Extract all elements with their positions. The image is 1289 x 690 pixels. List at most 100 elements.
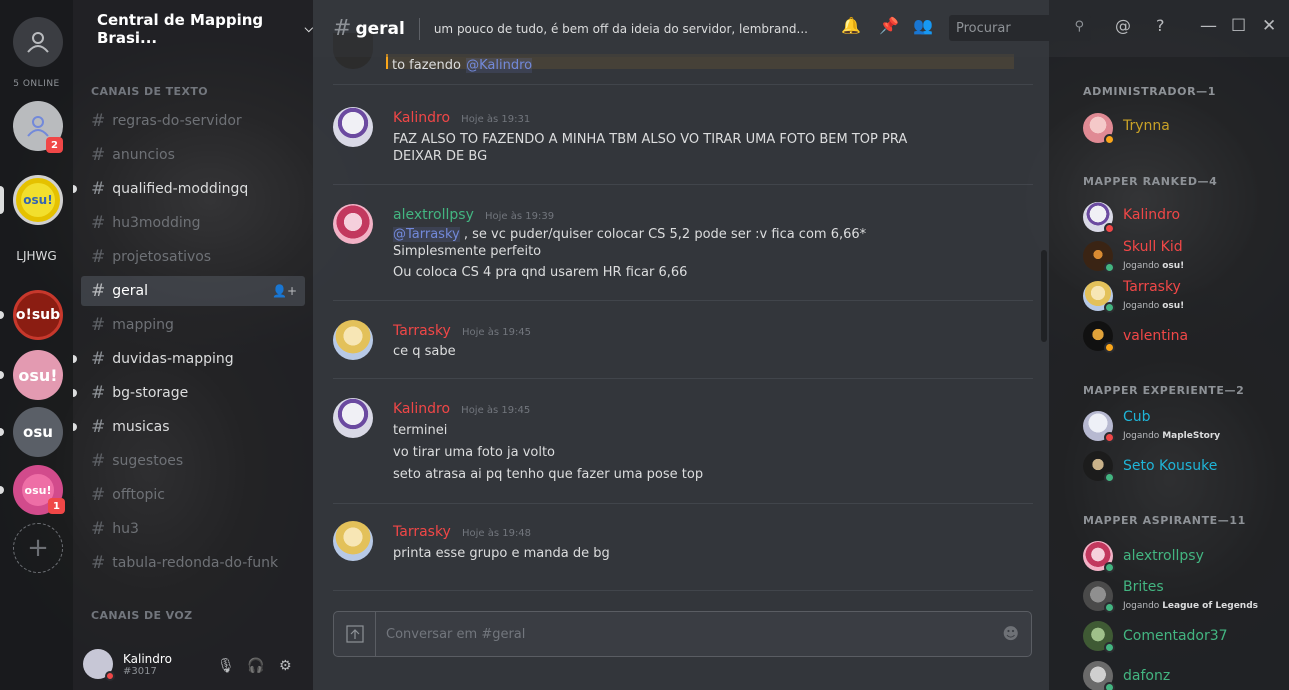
- chat-scrollbar[interactable]: [1041, 250, 1047, 342]
- avatar[interactable]: [333, 320, 373, 360]
- server-icon-osu[interactable]: osu!: [13, 175, 63, 225]
- message: alextrollpsy Hoje às 19:39 @Tarrasky , s…: [333, 204, 1033, 284]
- upload-icon[interactable]: [334, 612, 376, 656]
- status-online-icon: [1104, 682, 1115, 690]
- emoji-picker-icon[interactable]: ☻: [1002, 624, 1019, 643]
- member-item[interactable]: Brites Jogando League of Legends: [1083, 579, 1283, 615]
- avatar[interactable]: [83, 649, 115, 681]
- member-group-title: ADMINISTRADOR—1: [1083, 85, 1216, 98]
- status-idle-icon: [1104, 134, 1115, 145]
- member-activity: Jogando League of Legends: [1123, 601, 1259, 611]
- member-item[interactable]: Comentador37: [1083, 619, 1283, 655]
- members-icon[interactable]: 👥: [913, 16, 933, 35]
- channel-anuncios[interactable]: # anuncios: [81, 140, 305, 170]
- member-item[interactable]: dafonz: [1083, 659, 1283, 690]
- help-icon[interactable]: ?: [1156, 16, 1165, 35]
- member-group-title: MAPPER RANKED—4: [1083, 175, 1218, 188]
- mention[interactable]: @Tarrasky: [393, 227, 460, 242]
- channel-hu3modding[interactable]: # hu3modding: [81, 208, 305, 238]
- server-header[interactable]: Central de Mapping Brasi... ⌵: [73, 0, 313, 57]
- upload-arrow-icon: [345, 625, 364, 643]
- bell-icon[interactable]: 🔔: [841, 16, 861, 35]
- message-text: vo tirar uma foto ja volto: [393, 445, 556, 460]
- channel-musicas[interactable]: # musicas: [73, 412, 305, 442]
- channel-mapping[interactable]: # mapping: [81, 310, 305, 340]
- message: Kalindro Hoje às 19:31 FAZ ALSO TO FAZEN…: [333, 107, 1033, 177]
- message-text: FAZ ALSO TO FAZENDO A MINHA TBM ALSO VO …: [393, 132, 908, 147]
- headphones-icon[interactable]: 🎧: [247, 658, 264, 674]
- channel-duvidas-mapping[interactable]: # duvidas-mapping: [73, 344, 305, 374]
- unread-pill: [73, 423, 77, 431]
- channel-topic[interactable]: um pouco de tudo, é bem off da ideia do …: [434, 22, 826, 36]
- message-composer: ☻: [333, 611, 1032, 657]
- avatar[interactable]: [333, 398, 373, 438]
- mention[interactable]: @Kalindro: [466, 58, 533, 73]
- status-idle-icon: [1104, 342, 1115, 353]
- message: Kalindro Hoje às 19:45 terminei vo tirar…: [333, 398, 1033, 488]
- member-item[interactable]: Cub Jogando MapleStory: [1083, 409, 1283, 445]
- channel-sugestoes[interactable]: # sugestoes: [81, 446, 305, 476]
- channel-tabula-redonda-do-funk[interactable]: # tabula-redonda-do-funk: [81, 548, 305, 578]
- message-text: @Tarrasky , se vc puder/quiser colocar C…: [393, 227, 867, 242]
- hash-icon: #: [333, 16, 352, 41]
- message-author[interactable]: alextrollpsy: [393, 207, 474, 223]
- create-invite-icon[interactable]: 👤+: [272, 284, 297, 298]
- avatar[interactable]: [333, 521, 373, 561]
- channel-offtopic[interactable]: # offtopic: [81, 480, 305, 510]
- unread-pill: [0, 371, 4, 379]
- search-input[interactable]: Procurar ⚲: [949, 15, 1091, 41]
- channel-regras-do-servidor[interactable]: # regras-do-servidor: [81, 106, 305, 136]
- home-button[interactable]: [13, 17, 63, 67]
- message-author[interactable]: Kalindro: [393, 401, 450, 417]
- at-icon[interactable]: @: [1115, 16, 1131, 35]
- member-list: ADMINISTRADOR—1 Trynna MAPPER RANKED—4 K…: [1049, 57, 1289, 690]
- message-timestamp: Hoje às 19:48: [461, 528, 532, 539]
- server-folder-label[interactable]: LJHWG: [0, 249, 73, 263]
- hash-icon: #: [91, 417, 106, 437]
- settings-gear-icon[interactable]: ⚙: [279, 658, 292, 674]
- message-text: DEIXAR DE BG: [393, 149, 488, 164]
- text-channels-category[interactable]: CANAIS DE TEXTO: [91, 85, 208, 98]
- microphone-icon[interactable]: 🎙: [217, 658, 235, 674]
- minimize-icon[interactable]: —: [1200, 16, 1217, 36]
- member-item[interactable]: Kalindro: [1083, 200, 1283, 236]
- member-item[interactable]: Tarrasky Jogando osu!: [1083, 279, 1283, 315]
- channel-title: geral: [355, 18, 405, 39]
- status-online-icon: [1104, 602, 1115, 613]
- add-server-button[interactable]: +: [13, 523, 63, 573]
- hash-icon: #: [91, 349, 106, 369]
- close-icon[interactable]: ✕: [1262, 16, 1276, 36]
- channel-projetosativos[interactable]: # projetosativos: [81, 242, 305, 272]
- maximize-icon[interactable]: ☐: [1231, 16, 1246, 36]
- voice-channels-category[interactable]: CANAIS DE VOZ: [91, 609, 192, 622]
- hash-icon: #: [91, 383, 106, 403]
- user-discriminator: #3017: [123, 665, 157, 677]
- message-timestamp: Hoje às 19:45: [461, 405, 531, 416]
- status-dnd-icon: [105, 671, 115, 681]
- chat-area: to fazendo @Kalindro Kalindro Hoje às 19…: [313, 0, 1049, 690]
- channel-bg-storage[interactable]: # bg-storage: [73, 378, 305, 408]
- member-item[interactable]: Trynna: [1083, 111, 1283, 147]
- avatar[interactable]: [333, 107, 373, 147]
- avatar[interactable]: [333, 204, 373, 244]
- member-item[interactable]: valentina: [1083, 319, 1283, 355]
- message-input[interactable]: [386, 624, 986, 644]
- unread-pill: [73, 389, 77, 397]
- message-author[interactable]: Tarrasky: [393, 323, 451, 339]
- channel-qualified-moddingq[interactable]: # qualified-moddingq: [73, 174, 305, 204]
- channel-sidebar: Central de Mapping Brasi... ⌵ CANAIS DE …: [73, 0, 313, 690]
- member-item[interactable]: Skull Kid Jogando osu!: [1083, 239, 1283, 275]
- message-divider: [333, 184, 1033, 185]
- member-item[interactable]: alextrollpsy: [1083, 539, 1283, 575]
- message-timestamp: Hoje às 19:39: [484, 211, 555, 222]
- server-icon-osu-3[interactable]: osu: [13, 407, 63, 457]
- channel-geral[interactable]: # geral 👤+: [81, 276, 305, 306]
- pin-icon[interactable]: 📌: [879, 16, 899, 35]
- server-icon-osu-2[interactable]: osu!: [13, 350, 63, 400]
- server-icon-osub[interactable]: o!sub: [13, 290, 63, 340]
- message-author[interactable]: Kalindro: [393, 110, 450, 126]
- channel-hu3[interactable]: # hu3: [81, 514, 305, 544]
- member-item[interactable]: Seto Kousuke: [1083, 449, 1283, 485]
- member-group-title: MAPPER EXPERIENTE—2: [1083, 384, 1245, 397]
- message-author[interactable]: Tarrasky: [393, 524, 451, 540]
